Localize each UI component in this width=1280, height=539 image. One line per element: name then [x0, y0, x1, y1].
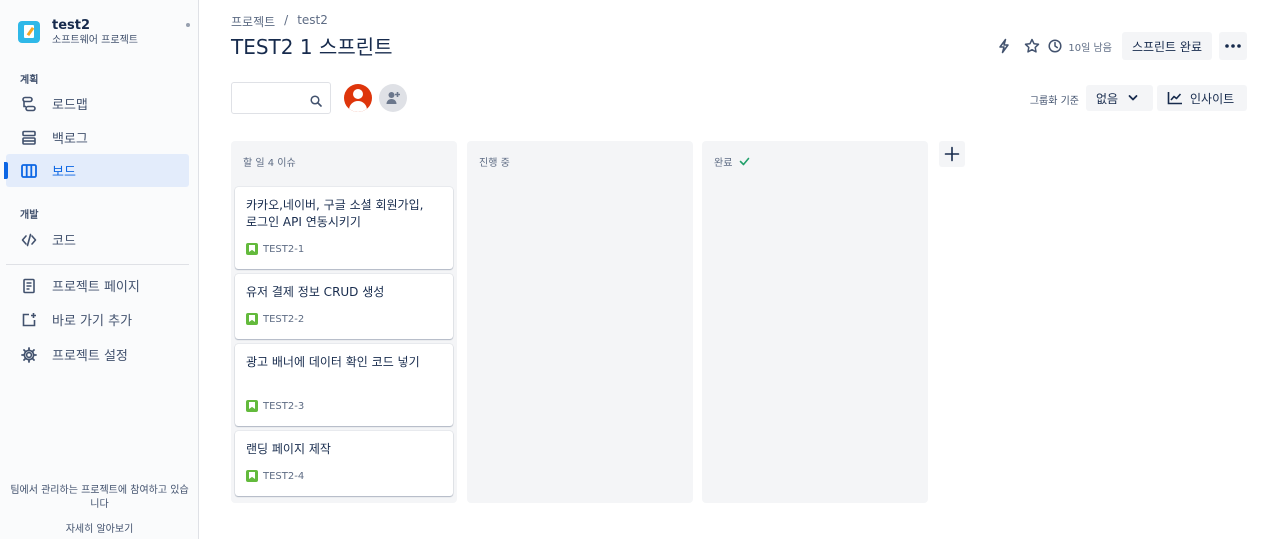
jira-app: test2 소프트웨어 프로젝트 계획 로드맵 백로그 보드 개발 코드 프로젝…: [0, 0, 1280, 539]
project-header[interactable]: test2 소프트웨어 프로젝트: [18, 18, 138, 48]
section-label-plan: 계획: [20, 75, 39, 86]
more-icon: [1225, 44, 1241, 48]
add-person-icon: [386, 92, 400, 104]
issue-meta: TEST2-3: [246, 400, 304, 412]
sidebar: test2 소프트웨어 프로젝트 계획 로드맵 백로그 보드 개발 코드 프로젝…: [0, 0, 199, 539]
insights-icon: [1167, 91, 1183, 105]
automation-button[interactable]: [990, 32, 1018, 60]
issue-title: 유저 결제 정보 CRUD 생성: [246, 285, 385, 299]
column-title: 할 일 4 이슈: [243, 158, 296, 169]
breadcrumb-project[interactable]: test2: [297, 13, 328, 30]
avatar[interactable]: [344, 84, 372, 112]
column-done: 완료: [702, 141, 928, 503]
issue-meta: TEST2-4: [246, 470, 304, 482]
issue-card[interactable]: 카카오,네이버, 구글 소셜 회원가입, 로그인 API 연동시키기 TEST2…: [235, 187, 453, 269]
issue-key[interactable]: TEST2-3: [263, 401, 304, 412]
column-in-progress: 진행 중: [467, 141, 693, 503]
breadcrumb: 프로젝트 / test2: [231, 13, 328, 30]
issue-title: 랜딩 페이지 제작: [246, 442, 331, 456]
column-title: 진행 중: [479, 158, 510, 169]
plus-icon: [944, 146, 960, 162]
column-header: 완료: [714, 154, 750, 169]
sidebar-item-backlog[interactable]: 백로그: [6, 121, 189, 154]
star-icon: [1025, 38, 1040, 53]
sidebar-divider: [6, 264, 189, 265]
search-icon: [310, 92, 322, 111]
more-actions-button[interactable]: [1219, 32, 1247, 60]
sidebar-item-board[interactable]: 보드: [4, 154, 189, 187]
column-todo: 할 일 4 이슈 카카오,네이버, 구글 소셜 회원가입, 로그인 API 연동…: [231, 141, 457, 503]
gear-icon: [21, 346, 37, 363]
page-title: TEST2 1 스프린트: [231, 35, 393, 59]
complete-sprint-button[interactable]: 스프린트 완료: [1121, 32, 1212, 60]
sidebar-item-add-shortcut[interactable]: 바로 가기 추가: [6, 303, 189, 336]
add-shortcut-icon: [21, 312, 37, 328]
issue-title: 카카오,네이버, 구글 소셜 회원가입, 로그인 API 연동시키기: [246, 198, 424, 229]
breadcrumb-separator: /: [284, 13, 289, 27]
issue-title: 광고 배너에 데이터 확인 코드 넣기: [246, 355, 420, 369]
issue-key[interactable]: TEST2-4: [263, 471, 304, 482]
roadmap-icon: [21, 96, 37, 112]
sidebar-item-project-settings[interactable]: 프로젝트 설정: [6, 338, 189, 371]
learn-more-link[interactable]: 자세히 알아보기: [0, 520, 199, 535]
issue-card[interactable]: 랜딩 페이지 제작 TEST2-4: [235, 431, 453, 496]
issue-card[interactable]: 광고 배너에 데이터 확인 코드 넣기 TEST2-3: [235, 344, 453, 426]
days-left-text: 10일 남음: [1068, 42, 1112, 54]
insights-button[interactable]: 인사이트: [1157, 85, 1247, 111]
group-by-value: 없음: [1096, 91, 1119, 106]
issue-card[interactable]: 유저 결제 정보 CRUD 생성 TEST2-2: [235, 274, 453, 339]
add-people-button[interactable]: [379, 84, 407, 112]
sidebar-collapse-handle[interactable]: [186, 23, 190, 27]
sidebar-item-label: 바로 가기 추가: [52, 314, 133, 329]
insights-label: 인사이트: [1190, 91, 1235, 106]
group-by-select[interactable]: 없음: [1086, 85, 1153, 111]
board-search: [231, 82, 331, 114]
sidebar-item-label: 프로젝트 설정: [52, 349, 128, 364]
search-input[interactable]: [238, 88, 308, 108]
issue-meta: TEST2-2: [246, 313, 304, 325]
sidebar-item-code[interactable]: 코드: [6, 223, 189, 256]
sidebar-item-roadmap[interactable]: 로드맵: [6, 87, 189, 120]
team-managed-notice: 팀에서 관리하는 프로젝트에 참여하고 있습니다: [10, 485, 189, 510]
chevron-down-icon: [1128, 94, 1138, 102]
group-by-label: 그룹화 기준: [1029, 96, 1079, 107]
issue-meta: TEST2-1: [246, 243, 304, 255]
story-icon: [246, 313, 258, 325]
sidebar-item-label: 보드: [52, 165, 76, 180]
story-icon: [246, 470, 258, 482]
backlog-icon: [21, 130, 37, 146]
issue-key[interactable]: TEST2-1: [263, 244, 304, 255]
sidebar-item-project-pages[interactable]: 프로젝트 페이지: [6, 269, 189, 302]
column-header: 진행 중: [479, 154, 510, 169]
story-icon: [246, 243, 258, 255]
issue-key[interactable]: TEST2-2: [263, 314, 304, 325]
story-icon: [246, 400, 258, 412]
sidebar-item-label: 로드맵: [52, 98, 88, 113]
section-label-dev: 개발: [20, 210, 39, 221]
project-logo-icon: [18, 21, 40, 43]
sprint-remaining: 10일 남음: [1048, 39, 1112, 54]
project-type: 소프트웨어 프로젝트: [52, 35, 138, 46]
board-icon: [21, 163, 37, 179]
sidebar-item-label: 백로그: [52, 132, 88, 147]
add-column-button[interactable]: [939, 141, 965, 167]
breadcrumb-projects[interactable]: 프로젝트: [231, 13, 275, 30]
column-title: 완료: [714, 158, 733, 169]
project-name: test2: [52, 18, 91, 33]
code-icon: [21, 232, 37, 248]
sidebar-item-label: 코드: [52, 234, 76, 249]
page-icon: [21, 278, 37, 294]
sidebar-item-label: 프로젝트 페이지: [52, 280, 140, 295]
star-button[interactable]: [1018, 32, 1046, 60]
check-icon: [739, 157, 750, 166]
lightning-icon: [999, 38, 1010, 54]
clock-icon: [1048, 39, 1062, 53]
header-actions: 10일 남음 스프린트 완료: [990, 32, 1247, 60]
column-header: 할 일 4 이슈: [243, 154, 296, 169]
